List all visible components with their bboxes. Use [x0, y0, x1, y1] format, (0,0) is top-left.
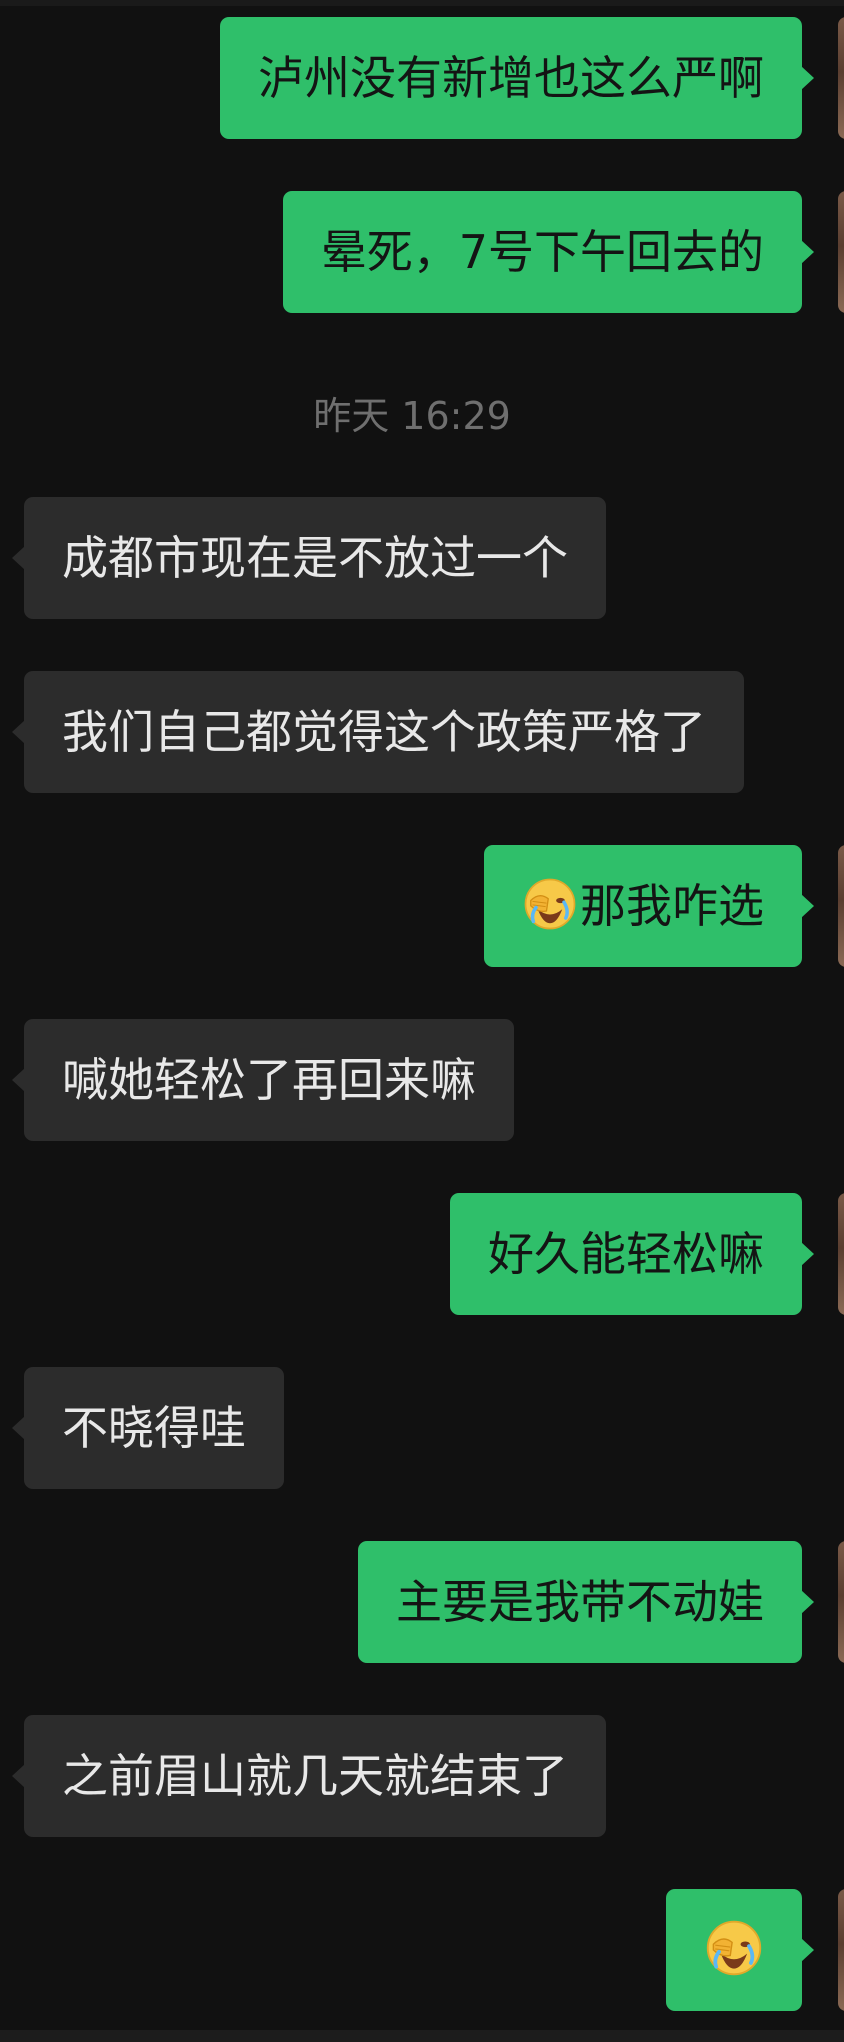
- message-bubble-outgoing[interactable]: 晕死，7号下午回去的: [282, 191, 815, 313]
- message-bubble-outgoing[interactable]: 好久能轻松嘛: [450, 1193, 814, 1315]
- face-palm-crying-emoji-icon: [522, 876, 578, 932]
- message-bubble-outgoing[interactable]: 那我咋选: [484, 845, 814, 967]
- message-text: 之前眉山就几天就结束了: [62, 1749, 568, 1803]
- message-bubble-outgoing[interactable]: 主要是我带不动娃: [358, 1541, 814, 1663]
- message-text: 成都市现在是不放过一个: [62, 531, 568, 585]
- my-avatar[interactable]: [838, 845, 844, 967]
- message-bubble-incoming[interactable]: 之前眉山就几天就结束了: [12, 1715, 606, 1837]
- message-text: 喊她轻松了再回来嘛: [62, 1053, 476, 1107]
- my-avatar[interactable]: [838, 1889, 844, 2011]
- message-text: 晕死，7号下午回去的: [320, 225, 764, 279]
- my-avatar[interactable]: [838, 191, 844, 313]
- chat-view: 泸州没有新增也这么严啊 晕死，7号下午回去的 昨天 16:29 成都市现在是不放…: [0, 0, 844, 2042]
- message-text: 不晓得哇: [62, 1401, 246, 1455]
- message-bubble-incoming[interactable]: 我们自己都觉得这个政策严格了: [12, 671, 744, 793]
- time-divider: 昨天 16:29: [313, 394, 511, 438]
- message-bubble-outgoing[interactable]: 泸州没有新增也这么严啊: [220, 17, 814, 139]
- my-avatar[interactable]: [838, 1193, 844, 1315]
- my-avatar[interactable]: [838, 1541, 844, 1663]
- top-divider: [0, 0, 844, 6]
- message-text: 泸州没有新增也这么严啊: [258, 51, 764, 105]
- message-text: 我们自己都觉得这个政策严格了: [62, 705, 706, 759]
- message-bubble-incoming[interactable]: 成都市现在是不放过一个: [12, 497, 606, 619]
- message-bubble-incoming[interactable]: 喊她轻松了再回来嘛: [12, 1019, 514, 1141]
- message-text: 好久能轻松嘛: [488, 1227, 764, 1281]
- face-palm-crying-emoji-icon: [704, 1918, 764, 1978]
- message-text: 主要是我带不动娃: [396, 1575, 764, 1629]
- bottom-divider: [0, 2030, 844, 2042]
- message-text: 那我咋选: [580, 879, 764, 933]
- message-bubble-outgoing[interactable]: [666, 1889, 814, 2011]
- my-avatar[interactable]: [838, 17, 844, 139]
- message-bubble-incoming[interactable]: 不晓得哇: [12, 1367, 284, 1489]
